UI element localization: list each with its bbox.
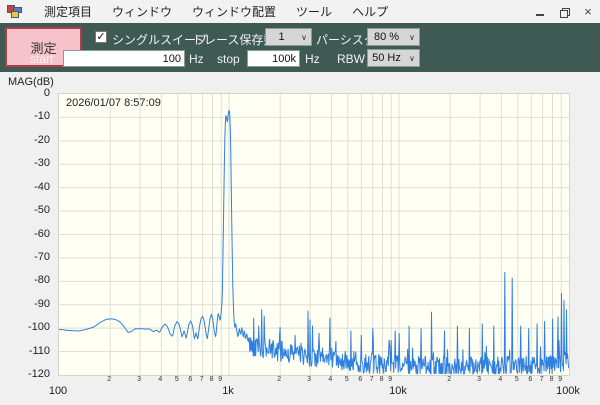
restore-icon xyxy=(560,8,568,16)
x-axis-minor-label: 3 xyxy=(477,376,481,383)
x-axis-minor-label: 8 xyxy=(380,376,384,383)
x-axis-minor-label: 2 xyxy=(277,376,281,383)
menubar: 測定項目 ウィンドウ ウィンドウ配置 ツール ヘルプ × xyxy=(0,0,600,23)
trace-count-label: トレース保存数 xyxy=(192,31,275,48)
chevron-down-icon: ∨ xyxy=(405,33,419,42)
x-axis-minor-label: 7 xyxy=(370,376,374,383)
restore-button[interactable] xyxy=(552,0,576,23)
x-axis-minor-label: 2 xyxy=(447,376,451,383)
x-axis-minor-label: 6 xyxy=(188,376,192,383)
rbw-label: RBW xyxy=(337,52,365,66)
trace-count-value: 1 xyxy=(266,31,297,43)
timestamp-annotation: 2026/01/07 8:57:09 xyxy=(66,97,161,109)
x-axis-decade-label: 1k xyxy=(222,385,234,397)
app-icon xyxy=(7,5,22,18)
close-button[interactable]: × xyxy=(576,0,600,23)
start-unit-label: Hz xyxy=(189,52,204,66)
stop-frequency-input[interactable] xyxy=(247,50,300,67)
trace-count-dropdown[interactable]: 1 ∨ xyxy=(265,28,312,46)
stop-unit-label: Hz xyxy=(305,52,320,66)
app-window: 測定項目 ウィンドウ ウィンドウ配置 ツール ヘルプ × 測定 ✓ シングルスイ… xyxy=(0,0,600,405)
x-axis-minor-label: 6 xyxy=(358,376,362,383)
y-axis-label: -110 xyxy=(6,345,50,357)
y-axis-label: -120 xyxy=(6,368,50,380)
menu-measurement-items[interactable]: 測定項目 xyxy=(34,0,102,23)
rbw-value: 50 Hz xyxy=(368,52,405,64)
y-axis-label: -50 xyxy=(6,204,50,216)
start-frequency-input[interactable] xyxy=(63,50,185,67)
chevron-down-icon: ∨ xyxy=(297,33,311,42)
minimize-button[interactable] xyxy=(528,0,552,23)
spectrum-trace xyxy=(59,94,569,375)
menu-window[interactable]: ウィンドウ xyxy=(102,0,182,23)
y-axis-label: -40 xyxy=(6,181,50,193)
rbw-dropdown[interactable]: 50 Hz ∨ xyxy=(367,49,420,67)
x-axis-minor-label: 3 xyxy=(137,376,141,383)
persistence-dropdown[interactable]: 80 % ∨ xyxy=(367,28,420,46)
toolbar: 測定 ✓ シングルスイープ トレース保存数 1 ∨ パーシスタンス 80 % ∨… xyxy=(0,23,600,72)
menu-window-arrange[interactable]: ウィンドウ配置 xyxy=(182,0,286,23)
y-axis-label: -60 xyxy=(6,228,50,240)
y-axis-label: -90 xyxy=(6,298,50,310)
x-axis-minor-label: 4 xyxy=(498,376,502,383)
x-axis-minor-label: 5 xyxy=(175,376,179,383)
x-axis-minor-label: 8 xyxy=(210,376,214,383)
x-axis-minor-label: 2 xyxy=(107,376,111,383)
y-axis-label: -30 xyxy=(6,157,50,169)
window-controls: × xyxy=(528,0,600,23)
x-axis-minor-label: 5 xyxy=(345,376,349,383)
y-axis-label: -70 xyxy=(6,251,50,263)
x-axis-minor-label: 5 xyxy=(515,376,519,383)
x-axis-minor-label: 7 xyxy=(200,376,204,383)
x-axis-minor-label: 8 xyxy=(550,376,554,383)
y-axis-label: -80 xyxy=(6,274,50,286)
y-axis-label: -10 xyxy=(6,110,50,122)
x-axis-minor-label: 9 xyxy=(558,376,562,383)
x-axis-decade-label: 100k xyxy=(556,385,580,397)
x-axis-minor-label: 9 xyxy=(218,376,222,383)
y-axis-label: -100 xyxy=(6,321,50,333)
spectrum-plot: 2026/01/07 8:57:09 xyxy=(58,93,570,376)
x-axis-minor-label: 3 xyxy=(307,376,311,383)
chart-panel: MAG(dB) 0-10-20-30-40-50-60-70-80-90-100… xyxy=(0,72,600,405)
y-axis-label: 0 xyxy=(6,87,50,99)
stop-label: stop xyxy=(217,52,240,66)
x-axis-minor-label: 9 xyxy=(388,376,392,383)
persistence-value: 80 % xyxy=(368,31,405,43)
x-axis-decade-label: 100 xyxy=(49,385,67,397)
menu-help[interactable]: ヘルプ xyxy=(342,0,398,23)
x-axis-minor-label: 7 xyxy=(540,376,544,383)
start-label: start xyxy=(30,52,53,66)
x-axis-minor-label: 4 xyxy=(158,376,162,383)
menu-tools[interactable]: ツール xyxy=(286,0,342,23)
close-icon: × xyxy=(584,4,592,19)
x-axis-decade-label: 10k xyxy=(389,385,407,397)
y-axis-label: -20 xyxy=(6,134,50,146)
x-axis-minor-label: 6 xyxy=(528,376,532,383)
minimize-icon xyxy=(536,14,544,16)
x-axis-minor-label: 4 xyxy=(328,376,332,383)
chevron-down-icon: ∨ xyxy=(405,54,419,63)
single-sweep-checkbox[interactable]: ✓ xyxy=(95,31,107,43)
